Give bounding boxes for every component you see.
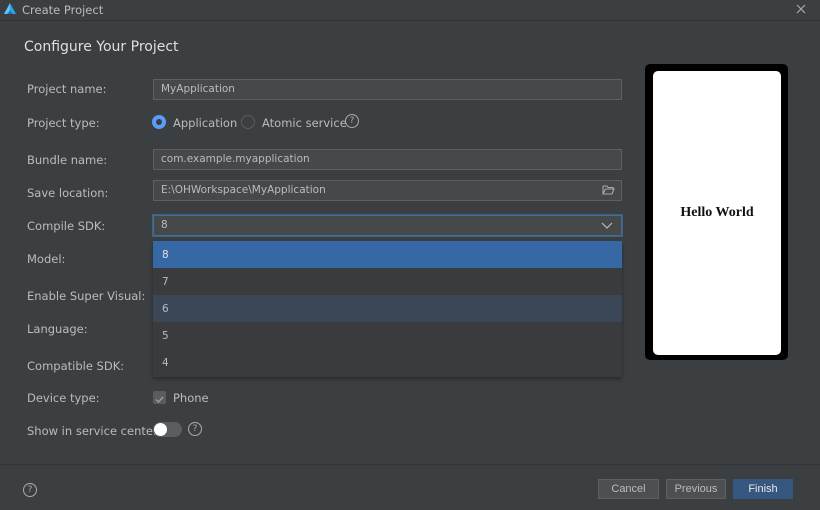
title-bar: Create Project [0,0,820,21]
dialog-footer: ? Cancel Previous Finish [0,464,820,510]
application-radio-label[interactable]: Application [173,116,237,130]
service-center-help-icon[interactable]: ? [188,422,202,436]
show-in-service-center-label: Show in service center: [27,424,162,438]
device-preview: Hello World [645,64,788,360]
finish-button[interactable]: Finish [733,479,793,499]
compile-sdk-option[interactable]: 4 [153,349,622,376]
compile-sdk-option[interactable]: 6 [153,295,622,322]
bundle-name-input[interactable]: com.example.myapplication [153,149,622,170]
model-label: Model: [27,252,66,266]
checkmark-icon [155,396,164,404]
window-title: Create Project [22,3,104,17]
deveco-logo-icon [4,3,16,14]
project-name-input[interactable]: MyApplication [153,79,622,100]
dialog-help-icon[interactable]: ? [23,483,37,497]
phone-checkbox[interactable] [153,391,166,404]
project-name-label: Project name: [27,82,107,96]
compile-sdk-dropdown-list: 8 7 6 5 4 [153,241,622,377]
chevron-down-icon[interactable] [601,220,613,230]
compile-sdk-option[interactable]: 7 [153,268,622,295]
page-heading: Configure Your Project [24,39,179,55]
bundle-name-value: com.example.myapplication [161,153,310,165]
compile-sdk-label: Compile SDK: [27,219,106,233]
application-radio[interactable] [152,115,166,129]
save-location-label: Save location: [27,186,109,200]
save-location-input[interactable]: E:\OHWorkspace\MyApplication [153,180,622,201]
enable-super-visual-label: Enable Super Visual: [27,289,146,303]
project-name-value: MyApplication [161,83,235,95]
folder-icon[interactable] [602,184,615,196]
project-type-label: Project type: [27,116,100,130]
bundle-name-label: Bundle name: [27,153,108,167]
compile-sdk-select[interactable]: 8 [153,215,622,236]
atomic-service-radio-label[interactable]: Atomic service [262,116,347,130]
previous-button[interactable]: Previous [666,479,726,499]
compile-sdk-value: 8 [161,219,168,231]
atomic-service-radio[interactable] [241,115,255,129]
close-icon[interactable] [794,2,808,16]
preview-hello-text: Hello World [680,205,754,220]
device-type-label: Device type: [27,391,100,405]
language-label: Language: [27,322,88,336]
compatible-sdk-label: Compatible SDK: [27,359,125,373]
project-type-help-icon[interactable]: ? [345,114,359,128]
compile-sdk-option[interactable]: 8 [153,241,622,268]
save-location-value: E:\OHWorkspace\MyApplication [161,184,326,196]
compile-sdk-option[interactable]: 5 [153,322,622,349]
cancel-button[interactable]: Cancel [598,479,659,499]
phone-checkbox-label[interactable]: Phone [173,391,209,405]
show-in-service-center-toggle[interactable] [153,422,182,437]
device-preview-screen: Hello World [653,71,781,355]
